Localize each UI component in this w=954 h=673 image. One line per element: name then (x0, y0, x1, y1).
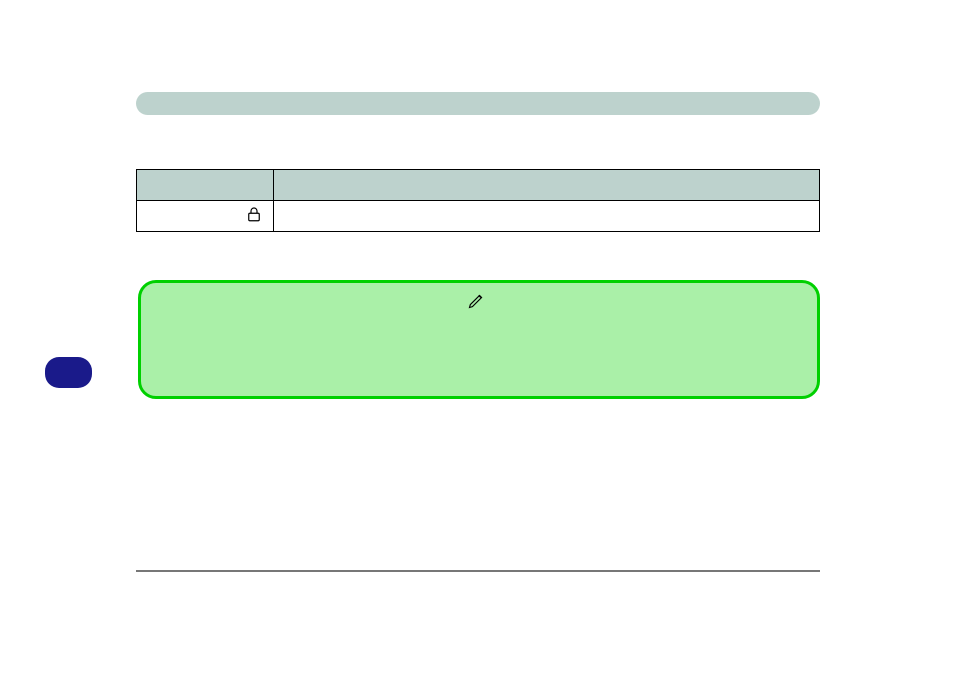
table-cell-2 (274, 201, 820, 232)
divider (136, 570, 820, 572)
data-table (136, 169, 820, 232)
table-header-cell-1 (137, 170, 274, 201)
table-header-cell-2 (274, 170, 820, 201)
side-badge[interactable] (45, 357, 92, 388)
header-pill (136, 92, 820, 115)
pen-icon[interactable] (467, 290, 487, 310)
lock-icon (245, 205, 263, 223)
table-row (137, 201, 820, 232)
table-header-row (137, 170, 820, 201)
